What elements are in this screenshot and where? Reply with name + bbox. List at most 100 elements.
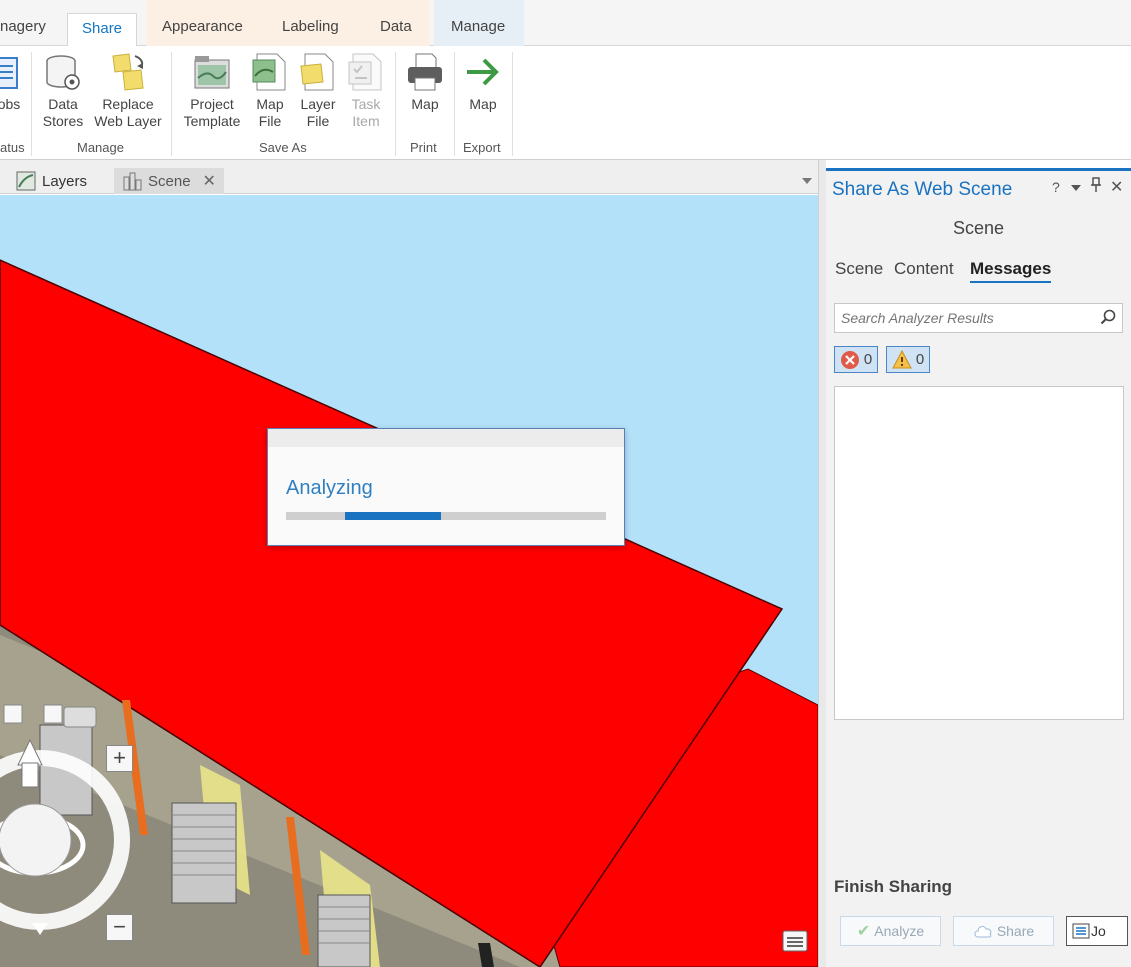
tab-scene-label: Scene (148, 172, 191, 190)
map-file-label-2: File (258, 113, 282, 129)
group-label-print: Print (410, 140, 437, 155)
jobs-button[interactable]: Jo (1066, 916, 1128, 946)
zoom-in-button[interactable]: + (106, 745, 133, 772)
task-item-label-1: Task (351, 96, 381, 112)
print-map-button[interactable]: Map (403, 52, 447, 113)
group-label-status: atus (0, 140, 25, 155)
scene-buildings-icon (123, 172, 142, 191)
search-analyzer-results (834, 303, 1123, 333)
printer-icon (406, 52, 444, 92)
group-separator (31, 52, 32, 156)
layer-file-label-2: File (306, 113, 330, 129)
layer-file-label-1: Layer (300, 96, 336, 112)
errors-filter-button[interactable]: 0 (834, 346, 878, 373)
pane-splitter[interactable] (818, 160, 826, 967)
pane-subtitle: Scene (952, 218, 1005, 238)
data-stores-label-1: Data (48, 96, 78, 112)
progress-fill (345, 512, 441, 520)
tab-manage[interactable]: Manage (451, 18, 505, 35)
map-file-button[interactable]: Map File (250, 52, 290, 130)
analyzer-results-list[interactable] (834, 386, 1124, 720)
map-icon (16, 171, 36, 191)
warnings-filter-button[interactable]: 0 (886, 346, 930, 373)
project-template-label-2: Template (183, 113, 241, 129)
zoom-out-button[interactable]: − (106, 914, 133, 941)
tab-data[interactable]: Data (380, 18, 412, 35)
close-icon[interactable]: ✕ (203, 171, 216, 191)
arrow-right-icon (464, 52, 502, 92)
finish-sharing-heading: Finish Sharing (834, 877, 953, 896)
tab-scene[interactable]: Scene (835, 259, 883, 279)
map-file-icon (251, 52, 289, 92)
export-map-label: Map (469, 96, 497, 112)
search-icon[interactable] (1100, 309, 1116, 330)
tab-labeling[interactable]: Labeling (282, 18, 339, 35)
tab-imagery[interactable]: nagery (0, 18, 46, 35)
project-template-button[interactable]: Project Template (180, 52, 244, 130)
replace-web-layer-label-1: Replace (102, 96, 154, 112)
print-map-label: Map (411, 96, 439, 112)
task-item-icon (347, 52, 385, 92)
checkmark-icon: ✔ (856, 923, 871, 940)
warning-count: 0 (915, 351, 925, 368)
pane-title: Share As Web Scene (832, 179, 1013, 200)
group-label-export: Export (463, 140, 501, 155)
search-input[interactable] (841, 309, 1091, 327)
view-tab-strip: Layers Scene ✕ (0, 160, 826, 194)
dialog-title-bar (268, 429, 624, 447)
tab-content[interactable]: Content (894, 259, 954, 279)
project-template-label-1: Project (190, 96, 234, 112)
task-item-button[interactable]: Task Item (346, 52, 386, 130)
group-separator (171, 52, 172, 156)
replace-web-layer-button[interactable]: Replace Web Layer (92, 52, 164, 130)
tab-share[interactable]: Share (67, 13, 138, 47)
share-button[interactable]: Share (953, 916, 1054, 946)
tab-layers-view[interactable]: Layers (16, 168, 87, 194)
legend-icon (782, 930, 808, 952)
analyze-button[interactable]: ✔ Analyze (840, 916, 941, 946)
project-template-icon (193, 52, 231, 92)
map-file-label-1: Map (256, 96, 284, 112)
tab-messages[interactable]: Messages (970, 259, 1052, 283)
dialog-title: Analyzing (286, 477, 373, 499)
close-pane-icon[interactable]: ✕ (1110, 177, 1123, 197)
error-count: 0 (863, 351, 873, 368)
help-icon[interactable]: ? (1052, 179, 1060, 195)
layer-file-icon (299, 52, 337, 92)
tab-appearance[interactable]: Appearance (162, 18, 243, 35)
share-label: Share (996, 923, 1035, 939)
task-item-label-2: Item (352, 113, 380, 129)
group-separator (454, 52, 455, 156)
export-map-button[interactable]: Map (462, 52, 504, 113)
jobs-icon (0, 52, 21, 92)
group-label-save-as: Save As (259, 140, 307, 155)
replace-layer-icon (109, 52, 147, 92)
progress-bar (286, 512, 606, 520)
scene-view[interactable]: + − Analyzing (0, 195, 818, 967)
group-separator (512, 52, 513, 156)
share-as-web-scene-pane: Share As Web Scene ? ✕ Scene Scene Conte… (826, 168, 1131, 967)
pane-options-dropdown-icon[interactable] (1071, 185, 1081, 191)
jobs-button[interactable]: obs (0, 52, 22, 113)
tab-layers-label: Layers (42, 172, 88, 190)
group-separator (395, 52, 396, 156)
jobs-label: Jo (1091, 923, 1106, 939)
analyzing-dialog: Analyzing (267, 428, 625, 546)
jobs-label: obs (0, 96, 21, 112)
map-info-button[interactable] (782, 930, 808, 952)
data-stores-label-2: Stores (42, 113, 84, 129)
ribbon-tab-bar: nagery Share Appearance Labeling Data Ma… (0, 0, 1131, 47)
group-label-manage: Manage (77, 140, 124, 155)
replace-web-layer-label-2: Web Layer (94, 113, 162, 129)
tab-list-dropdown-icon[interactable] (802, 178, 812, 184)
error-icon (840, 350, 859, 369)
warning-icon (891, 349, 912, 368)
layer-file-button[interactable]: Layer File (298, 52, 338, 130)
jobs-list-icon (1072, 923, 1090, 939)
cloud-icon (974, 926, 992, 938)
pin-icon[interactable] (1090, 177, 1102, 196)
ribbon: obs atus Data Stores Replace Web Layer M… (0, 46, 1131, 160)
tab-scene-view[interactable]: Scene ✕ (114, 168, 224, 194)
data-stores-button[interactable]: Data Stores (38, 52, 88, 130)
analyze-label: Analyze (874, 923, 925, 939)
